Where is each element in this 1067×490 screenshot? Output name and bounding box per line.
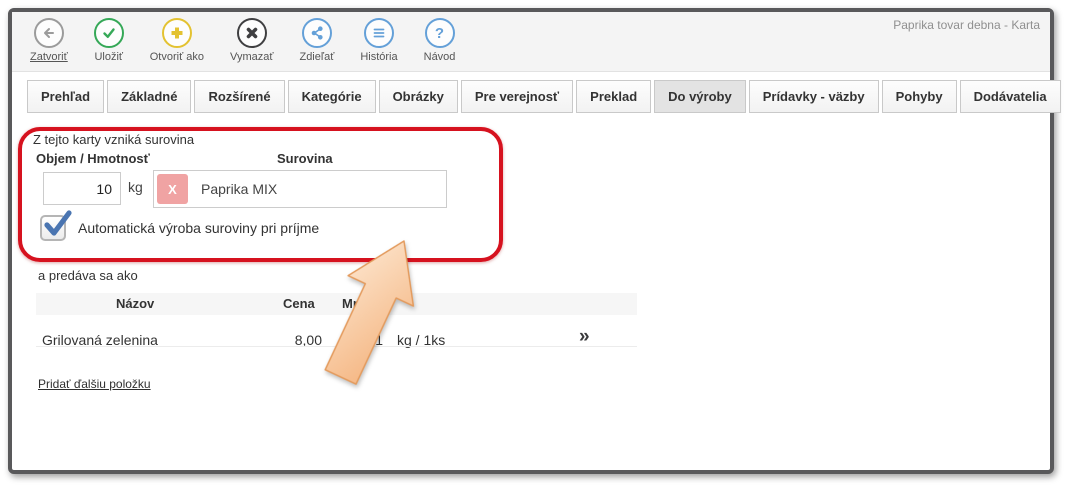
col-mn: Mn. (342, 296, 364, 311)
tab-rozsirene[interactable]: Rozšírené (194, 80, 284, 113)
sales-table-header: Názov Cena Mn. (36, 293, 637, 315)
checkmark-icon (43, 209, 77, 243)
share-icon (302, 18, 332, 48)
question-icon: ? (425, 18, 455, 48)
screenshot-stage: Zatvoriť Uložiť Otvoriť ako Vymazať (0, 0, 1067, 490)
volume-input[interactable] (43, 172, 121, 205)
cross-icon (237, 18, 267, 48)
add-item-link[interactable]: Pridať ďalšiu položku (38, 377, 151, 391)
tab-bar: Prehľad Základné Rozšírené Kategórie Obr… (27, 80, 1061, 113)
delete-button[interactable]: Vymazať (230, 18, 273, 71)
col-cena: Cena (283, 296, 315, 311)
delete-label: Vymazať (230, 51, 273, 63)
tab-pohyby[interactable]: Pohyby (882, 80, 957, 113)
share-label: Zdieľať (299, 51, 334, 63)
auto-production-label: Automatická výroba suroviny pri príjme (78, 220, 319, 236)
remove-surovina-button[interactable]: X (157, 174, 188, 204)
close-label: Zatvoriť (30, 51, 68, 63)
section-title: Z tejto karty vzniká surovina (33, 132, 194, 147)
tab-prehlad[interactable]: Prehľad (27, 80, 104, 113)
tab-obrazky[interactable]: Obrázky (379, 80, 458, 113)
app-window: Zatvoriť Uložiť Otvoriť ako Vymazať (8, 8, 1054, 474)
sales-intro: a predáva sa ako (38, 268, 138, 283)
tab-dodavatelia[interactable]: Dodávatelia (960, 80, 1061, 113)
tab-preklad[interactable]: Preklad (576, 80, 651, 113)
window-title: Paprika tovar debna - Karta (893, 18, 1040, 32)
surovina-value: Paprika MIX (201, 181, 277, 197)
close-button[interactable]: Zatvoriť (30, 18, 68, 71)
tab-zakladne[interactable]: Základné (107, 80, 191, 113)
history-button[interactable]: História (360, 18, 397, 71)
tab-do-vyroby[interactable]: Do výroby (654, 80, 746, 113)
history-label: História (360, 51, 397, 63)
tab-pre-verejnost[interactable]: Pre verejnosť (461, 80, 573, 113)
row-expand-chevron[interactable]: » (579, 326, 590, 348)
surovina-picker[interactable]: X Paprika MIX (153, 170, 447, 208)
share-button[interactable]: Zdieľať (299, 18, 334, 71)
list-lines-icon (364, 18, 394, 48)
col-nazov: Názov (116, 296, 154, 311)
volume-label: Objem / Hmotnosť (36, 151, 150, 166)
open-as-button[interactable]: Otvoriť ako (150, 18, 204, 71)
surovina-label: Surovina (277, 151, 333, 166)
open-as-label: Otvoriť ako (150, 51, 204, 63)
help-button[interactable]: ? Návod (424, 18, 456, 71)
auto-production-checkbox[interactable] (40, 215, 66, 241)
back-arrow-icon (34, 18, 64, 48)
plus-icon (162, 18, 192, 48)
help-label: Návod (424, 51, 456, 63)
check-icon (94, 18, 124, 48)
row-divider (36, 346, 637, 347)
save-button[interactable]: Uložiť (94, 18, 124, 71)
volume-unit: kg (128, 179, 143, 195)
save-label: Uložiť (94, 51, 123, 63)
tab-pridavky-vazby[interactable]: Prídavky - väzby (749, 80, 879, 113)
tab-kategorie[interactable]: Kategórie (288, 80, 376, 113)
